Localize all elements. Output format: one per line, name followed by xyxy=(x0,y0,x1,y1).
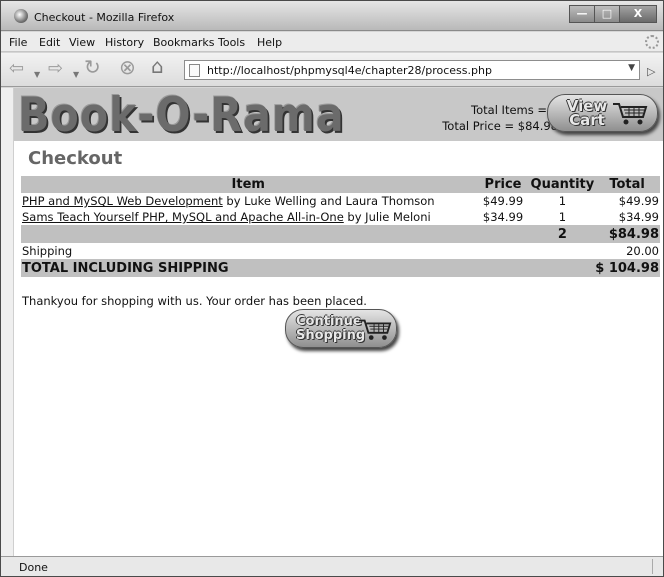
menu-tools[interactable]: Tools xyxy=(218,36,245,49)
minimize-button[interactable]: — xyxy=(569,5,595,23)
sidebar-edge xyxy=(1,88,14,556)
book-link[interactable]: PHP and MySQL Web Development xyxy=(22,194,223,208)
subtotal-total: $84.98 xyxy=(594,225,660,243)
subtotal-quantity: 2 xyxy=(530,225,595,243)
home-icon[interactable]: ⌂ xyxy=(151,56,164,76)
price-cell: $34.99 xyxy=(482,210,524,224)
menu-history[interactable]: History xyxy=(105,36,144,49)
column-header-quantity: Quantity xyxy=(530,176,595,193)
subtotal-row: 2 $84.98 xyxy=(21,225,660,243)
menu-bookmarks[interactable]: Bookmarks xyxy=(153,36,214,49)
shipping-row: Shipping 20.00 xyxy=(21,243,660,259)
column-header-total: Total xyxy=(594,176,660,193)
forward-arrow-icon[interactable]: ⇨ xyxy=(48,60,63,78)
maximize-button[interactable]: □ xyxy=(594,5,620,23)
firefox-icon xyxy=(14,9,28,23)
shopping-cart-icon xyxy=(358,319,392,340)
site-logo[interactable]: Book-O-Rama xyxy=(18,90,345,142)
window-controls: — □ X xyxy=(569,5,657,23)
grand-total-value: $ 104.98 xyxy=(594,259,660,277)
stop-icon[interactable]: ⊗ xyxy=(119,57,136,77)
menu-bar: File Edit View History Bookmarks Tools H… xyxy=(1,32,663,52)
grand-total-label: TOTAL INCLUDING SHIPPING xyxy=(21,259,595,277)
total-items: Total Items = 2 xyxy=(471,103,558,117)
close-button[interactable]: X xyxy=(619,5,657,23)
forward-history-dropdown[interactable]: ▼ xyxy=(73,66,79,84)
page-content: Book-O-Rama Total Items = 2 Total Price … xyxy=(14,88,663,556)
continue-shopping-button[interactable]: Continue Shopping xyxy=(285,309,397,348)
menu-edit[interactable]: Edit xyxy=(39,36,60,49)
continue-shopping-label: Continue Shopping xyxy=(296,314,366,343)
subtotal-spacer xyxy=(21,225,476,243)
table-header-row: Item Price Quantity Total xyxy=(21,176,660,193)
cart-summary: Total Items = 2 Total Price = $84.98 xyxy=(442,102,558,134)
price-cell: $49.99 xyxy=(482,194,524,208)
subtotal-spacer xyxy=(475,225,531,243)
status-divider xyxy=(652,559,653,574)
column-header-item: Item xyxy=(21,176,476,193)
shopping-cart-icon xyxy=(613,103,648,125)
item-cell: PHP and MySQL Web Development by Luke We… xyxy=(21,193,476,209)
total-cell: $49.99 xyxy=(618,194,659,208)
url-bar[interactable]: http://localhost/phpmysql4e/chapter28/pr… xyxy=(184,60,640,80)
confirmation-message: Thankyou for shopping with us. Your orde… xyxy=(22,294,367,308)
book-author: by Luke Welling and Laura Thomson xyxy=(222,194,435,208)
order-table: Item Price Quantity Total PHP and MySQL … xyxy=(21,176,660,277)
window-title: Checkout - Mozilla Firefox xyxy=(34,11,175,24)
page-title: Checkout xyxy=(28,148,123,169)
total-price: Total Price = $84.98 xyxy=(442,119,558,133)
table-row: Sams Teach Yourself PHP, MySQL and Apach… xyxy=(21,209,660,225)
back-arrow-icon[interactable]: ⇦ xyxy=(9,60,24,78)
url-text[interactable]: http://localhost/phpmysql4e/chapter28/pr… xyxy=(207,64,492,77)
grand-total-row: TOTAL INCLUDING SHIPPING $ 104.98 xyxy=(21,259,660,277)
menu-file[interactable]: File xyxy=(9,36,27,49)
view-cart-label: View Cart xyxy=(566,97,608,129)
menu-view[interactable]: View xyxy=(69,36,95,49)
browser-window: Checkout - Mozilla Firefox — □ X File Ed… xyxy=(0,0,664,577)
back-history-dropdown[interactable]: ▼ xyxy=(34,66,40,84)
table-row: PHP and MySQL Web Development by Luke We… xyxy=(21,193,660,209)
quantity-cell: 1 xyxy=(558,194,567,208)
menu-help[interactable]: Help xyxy=(257,36,282,49)
column-header-price: Price xyxy=(475,176,531,193)
shipping-value: 20.00 xyxy=(626,244,659,258)
reload-icon[interactable]: ↻ xyxy=(84,57,101,77)
navigation-toolbar: ⇦ ▼ ⇨ ▼ ↻ ⊗ ⌂ http://localhost/phpmysql4… xyxy=(1,53,663,87)
shipping-label: Shipping xyxy=(22,244,73,258)
book-author: by Julie Meloni xyxy=(343,210,431,224)
go-arrow-icon[interactable]: ▷ xyxy=(647,65,655,78)
status-bar: Done xyxy=(1,556,663,576)
book-link[interactable]: Sams Teach Yourself PHP, MySQL and Apach… xyxy=(22,210,344,224)
quantity-cell: 1 xyxy=(558,210,567,224)
url-dropdown-icon[interactable]: ▼ xyxy=(628,63,635,73)
status-text: Done xyxy=(19,561,48,574)
title-bar: Checkout - Mozilla Firefox — □ X xyxy=(1,1,663,31)
page-icon xyxy=(189,64,200,77)
throbber-icon xyxy=(645,35,659,49)
site-header: Book-O-Rama Total Items = 2 Total Price … xyxy=(14,88,663,142)
view-cart-button[interactable]: View Cart xyxy=(547,94,658,132)
total-cell: $34.99 xyxy=(618,210,659,224)
item-cell: Sams Teach Yourself PHP, MySQL and Apach… xyxy=(21,209,476,225)
